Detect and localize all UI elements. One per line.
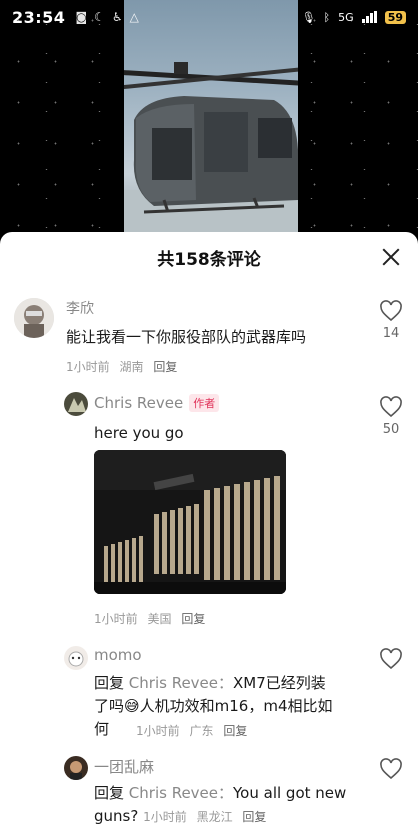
reply-button[interactable]: 回复 (181, 612, 205, 626)
heart-icon (380, 648, 402, 670)
reply-button[interactable]: 回复 (153, 360, 177, 374)
comment-location: 黑龙江 (196, 810, 233, 824)
heart-icon (380, 300, 402, 322)
comment-meta: 1小时前 湖南 回复 (66, 358, 183, 375)
avatar-image (14, 298, 54, 338)
comment-image-armory[interactable] (94, 450, 286, 594)
comment-text: here you go (94, 424, 184, 442)
comment-text: 能让我看一下你服役部队的武器库吗 (66, 328, 307, 346)
avatar-image (64, 646, 88, 670)
avatar[interactable] (64, 646, 88, 670)
comment-text-line3: 何 (94, 720, 110, 738)
comments-header: 共158条评论 (0, 232, 418, 282)
comment-username[interactable]: 一团乱麻 (94, 756, 154, 777)
like-button[interactable]: 14 (374, 300, 408, 341)
like-button[interactable]: 50 (374, 396, 408, 437)
reply-prefix: 回复 (94, 674, 125, 692)
author-badge: 作者 (189, 394, 220, 412)
avatar-image (64, 392, 88, 416)
comment-meta: 1小时前 广东 回复 (136, 722, 253, 739)
comment-text-line1: XM7已经列装 (233, 674, 326, 692)
comment-meta: 1小时前 黑龙江 回复 (143, 810, 272, 824)
signal-icon (361, 11, 377, 23)
microphone-icon: 🎙 (301, 10, 316, 24)
reply-button[interactable]: 回复 (223, 724, 247, 738)
comment-meta: 1小时前 美国 回复 (94, 610, 211, 627)
comment-username[interactable]: Chris Revee 作者 (94, 394, 220, 412)
moon-icon: ☾ (94, 10, 105, 24)
clock: 23:54 (12, 7, 66, 27)
helicopter-image (124, 62, 298, 232)
reply-to-user[interactable]: Chris Revee： (129, 674, 233, 692)
reply-to-user[interactable]: Chris Revee： (129, 784, 233, 802)
video-frame-helicopter (124, 0, 298, 232)
comment-location: 湖南 (119, 360, 144, 374)
like-button[interactable] (374, 648, 408, 670)
reply-button[interactable]: 回复 (242, 810, 266, 824)
like-count: 14 (382, 326, 400, 341)
comment-username[interactable]: 李欣 (66, 298, 94, 318)
reply-prefix: 回复 (94, 784, 125, 802)
comment-text: 回复 Chris Revee：You all got new guns? 1小时… (94, 782, 370, 829)
battery-indicator: 59 (384, 10, 406, 24)
status-right-icons: 🎙 ᛒ 5G 59 (301, 10, 406, 24)
close-icon[interactable] (378, 244, 404, 270)
avatar-image (64, 756, 88, 780)
heart-icon (380, 396, 402, 418)
like-count: 50 (382, 422, 400, 437)
status-bar: 23:54 ◙ ☾ ♿ △ 🎙 ᛒ 5G 59 (0, 0, 418, 34)
emoji-icon: 😅 (124, 697, 140, 715)
comment-time: 1小时前 (143, 810, 187, 824)
armory-photo (94, 450, 286, 594)
network-type: 5G (338, 10, 354, 24)
warning-icon: △ (129, 10, 139, 24)
author-name: Chris Revee (94, 394, 184, 412)
avatar[interactable] (14, 298, 54, 338)
comments-count-title: 共158条评论 (157, 249, 261, 270)
comment-time: 1小时前 (66, 360, 110, 374)
comment-username[interactable]: momo (94, 646, 142, 664)
heart-icon (380, 758, 402, 780)
accessibility-icon: ♿ (111, 10, 123, 24)
video-player[interactable] (0, 0, 418, 232)
status-left-icons: ◙ ☾ ♿ △ (75, 10, 138, 24)
notification-icon: ◙ (75, 10, 88, 24)
avatar[interactable] (64, 756, 88, 780)
comment-time: 1小时前 (136, 724, 180, 738)
comment-text-line2b: 人机功效和m16，m4相比如 (139, 697, 333, 715)
comment-text-line1: You all got new (233, 784, 347, 802)
comment-location: 广东 (189, 724, 214, 738)
bluetooth-icon: ᛒ (323, 10, 331, 24)
comment-text-line2: 了吗 (94, 697, 125, 715)
comment-location: 美国 (147, 612, 172, 626)
comment-time: 1小时前 (94, 612, 138, 626)
comment-text-line2: guns? (94, 807, 139, 825)
comments-sheet: 共158条评论 李欣 能让我看一下你服役部队的武器库吗 1小时前 湖南 回复 1… (0, 232, 418, 836)
avatar[interactable] (64, 392, 88, 416)
like-button[interactable] (374, 758, 408, 780)
